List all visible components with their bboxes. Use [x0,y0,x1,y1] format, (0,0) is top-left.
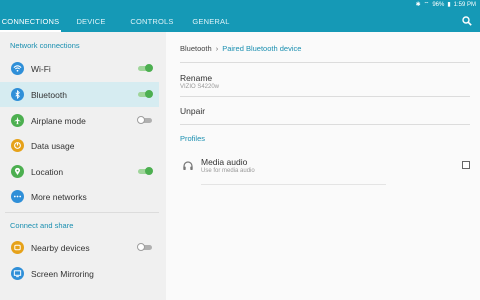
settings-screen: ✱ ⌔ 96% ▮ 1:59 PM CONNECTIONS DEVICE CON… [0,0,480,300]
airplane-icon [11,114,24,127]
media-audio-subtitle: Use for media audio [201,168,255,174]
tab-device[interactable]: DEVICE [61,10,121,32]
menu-item-label: Data usage [31,140,75,151]
battery-percentage: 96% [432,2,445,8]
device-name: VIZIO S4220w [180,84,220,90]
wifi-status-icon: ⌔ [423,2,430,8]
tab-bar: CONNECTIONS DEVICE CONTROLS GENERAL [0,10,480,32]
tab-general[interactable]: GENERAL [183,10,239,32]
menu-item-nearby-devices[interactable]: Nearby devices [0,235,159,260]
breadcrumb-parent[interactable]: Bluetooth [180,44,212,53]
airplane-mode-toggle[interactable] [137,116,153,124]
bluetooth-status-icon: ✱ [415,2,421,8]
nearby-devices-toggle[interactable] [137,243,153,251]
rename-label: Rename [180,73,213,83]
tab-controls[interactable]: CONTROLS [121,10,183,32]
clock: 1:59 PM [453,2,476,8]
battery-icon: ▮ [447,2,451,8]
status-bar: ✱ ⌔ 96% ▮ 1:59 PM [0,0,480,10]
section-header-network: Network connections [10,41,80,50]
search-icon [462,16,472,26]
unpair-row[interactable]: Unpair [166,98,480,122]
breadcrumb-current: Paired Bluetooth device [222,44,302,53]
media-audio-title: Media audio [201,157,248,167]
media-row-divider [201,184,386,185]
screen-mirroring-icon [11,267,24,280]
menu-item-location[interactable]: Location [0,159,159,184]
rename-row[interactable]: Rename VIZIO S4220w [166,68,480,94]
nearby-devices-icon [11,241,24,254]
tab-connections[interactable]: CONNECTIONS [0,10,61,32]
menu-item-label: Wi-Fi [31,63,51,74]
data-usage-icon [11,139,24,152]
section-divider [5,212,159,213]
row-divider [180,96,470,97]
search-button[interactable] [460,14,474,28]
bluetooth-icon [11,88,24,101]
menu-item-data-usage[interactable]: Data usage [0,133,159,158]
media-audio-row[interactable]: Media audio Use for media audio [176,152,470,185]
breadcrumb: Bluetooth › Paired Bluetooth device [180,44,301,53]
detail-pane: Bluetooth › Paired Bluetooth device Rena… [166,32,480,300]
bluetooth-toggle[interactable] [137,90,153,98]
breadcrumb-separator: › [215,44,219,53]
menu-item-label: Airplane mode [31,115,86,126]
menu-item-label: Nearby devices [31,242,90,253]
menu-item-label: Location [31,166,64,177]
wifi-toggle[interactable] [137,64,153,72]
menu-item-bluetooth[interactable]: Bluetooth [0,82,159,107]
row-divider [180,124,470,125]
profiles-header: Profiles [180,134,206,143]
menu-item-label: Bluetooth [31,89,67,100]
menu-item-label: More networks [31,191,87,202]
menu-item-wifi[interactable]: Wi-Fi [0,56,159,81]
media-audio-checkbox[interactable] [462,161,470,169]
settings-menu: Network connections Wi-Fi Bluetooth Airp… [0,32,166,300]
menu-item-airplane-mode[interactable]: Airplane mode [0,108,159,133]
breadcrumb-divider [180,62,470,63]
location-icon [11,165,24,178]
headphones-icon [183,161,193,170]
wifi-icon [11,62,24,75]
location-toggle[interactable] [137,167,153,175]
unpair-label: Unpair [180,106,206,116]
menu-item-more-networks[interactable]: More networks [0,184,159,209]
menu-item-screen-mirroring[interactable]: Screen Mirroring [0,261,159,286]
more-networks-icon [11,190,24,203]
section-header-connect-share: Connect and share [10,221,74,230]
menu-item-label: Screen Mirroring [31,268,94,279]
